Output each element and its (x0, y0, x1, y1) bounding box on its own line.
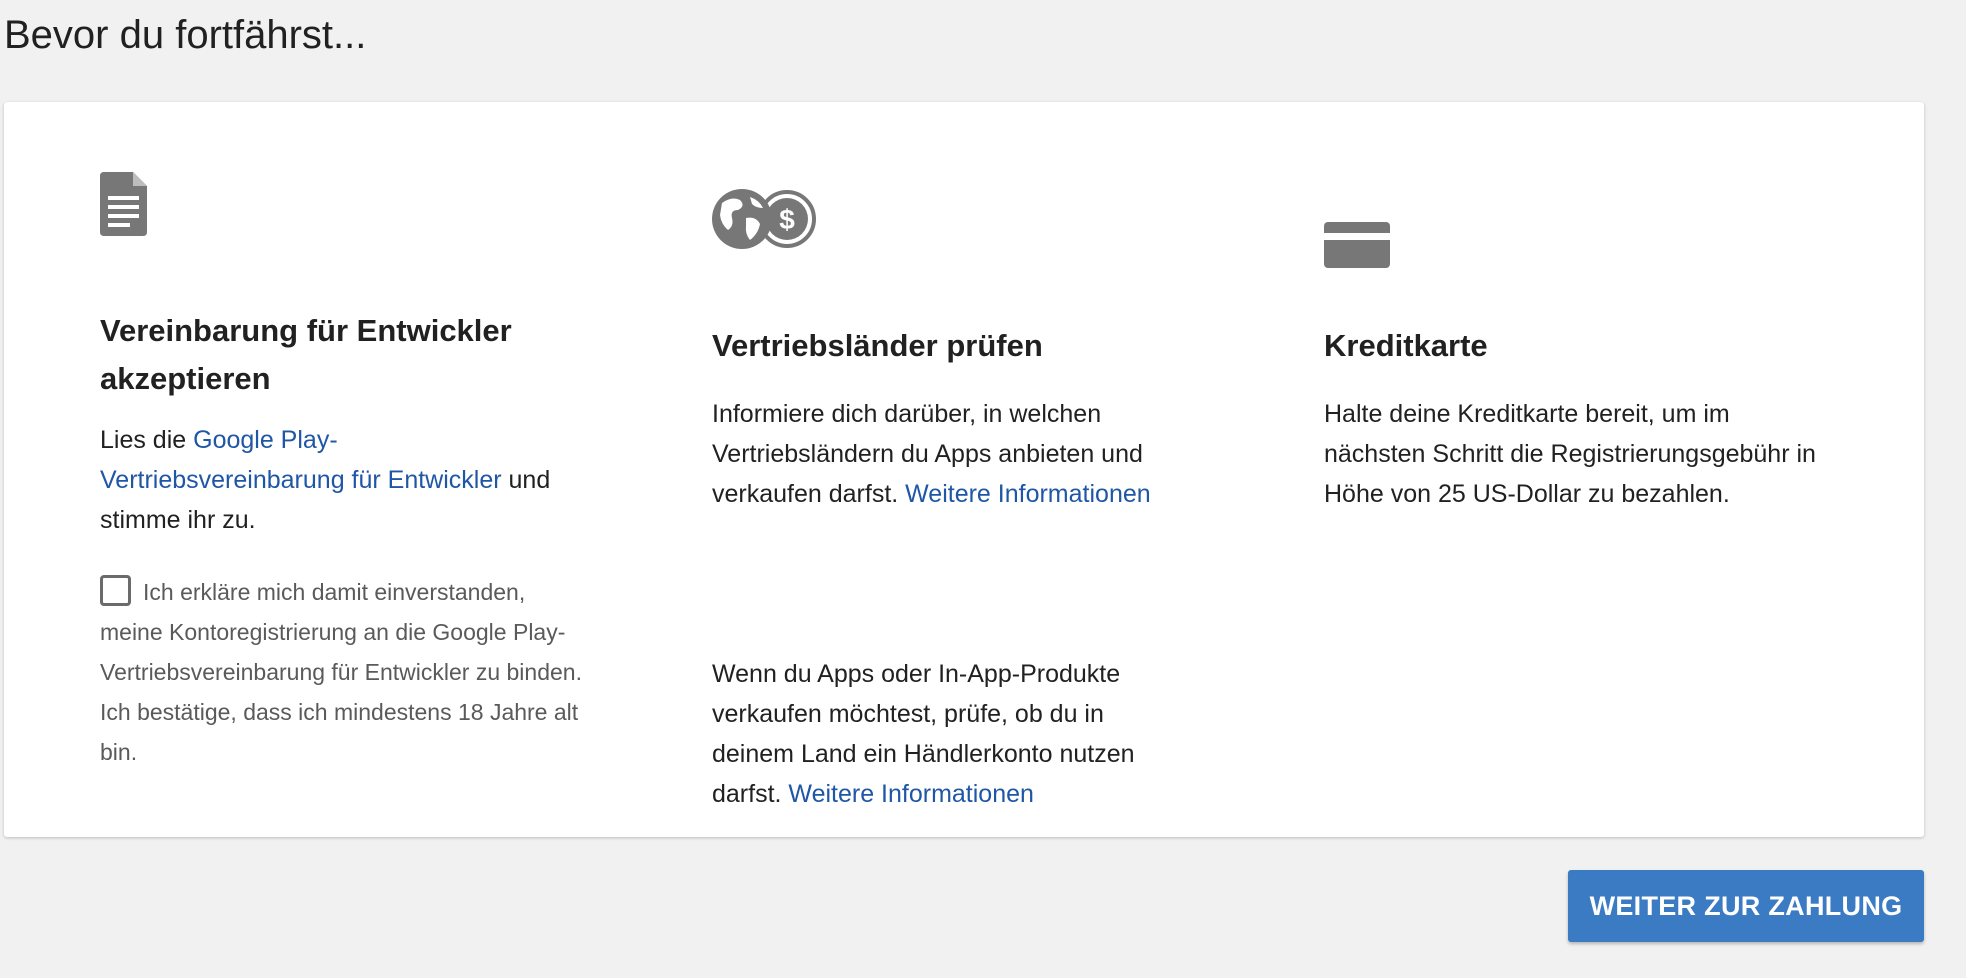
distribution-section: $ Vertriebsländer prüfen Informiere dich… (712, 102, 1212, 837)
page-title: Bevor du fortfährst... (4, 13, 367, 57)
consent-label[interactable]: Ich erkläre mich damit einverstanden, me… (100, 579, 582, 765)
document-icon (100, 172, 148, 236)
credit-card-section: Kreditkarte Halte deine Kreditkarte bere… (1324, 102, 1824, 837)
agreement-description: Lies die Google Play-Vertriebsvereinbaru… (100, 426, 551, 534)
credit-card-icon (1324, 222, 1390, 268)
merchant-info: Wenn du Apps oder In-App-Produkte verkau… (712, 660, 1135, 808)
credit-card-heading: Kreditkarte (1324, 328, 1488, 363)
globe-dollar-icon: $ (712, 188, 818, 250)
more-info-link-merchant[interactable]: Weitere Informationen (788, 780, 1034, 808)
agreement-heading: Vereinbarung für Entwickler akzeptieren (100, 313, 512, 396)
consent-row[interactable]: Ich erkläre mich damit einverstanden, me… (100, 572, 590, 772)
prerequisites-card: Vereinbarung für Entwickler akzeptieren … (4, 102, 1924, 837)
distribution-heading: Vertriebsländer prüfen (712, 328, 1043, 363)
continue-to-payment-button[interactable]: WEITER ZUR ZAHLUNG (1568, 870, 1924, 942)
more-info-link-countries[interactable]: Weitere Informationen (905, 480, 1151, 508)
svg-text:$: $ (779, 204, 795, 235)
credit-card-description: Halte deine Kreditkarte bereit, um im nä… (1324, 400, 1816, 508)
consent-checkbox[interactable] (100, 575, 131, 606)
distribution-info: Informiere dich darüber, in welchen Vert… (712, 400, 1151, 508)
agreement-section: Vereinbarung für Entwickler akzeptieren … (100, 102, 600, 837)
